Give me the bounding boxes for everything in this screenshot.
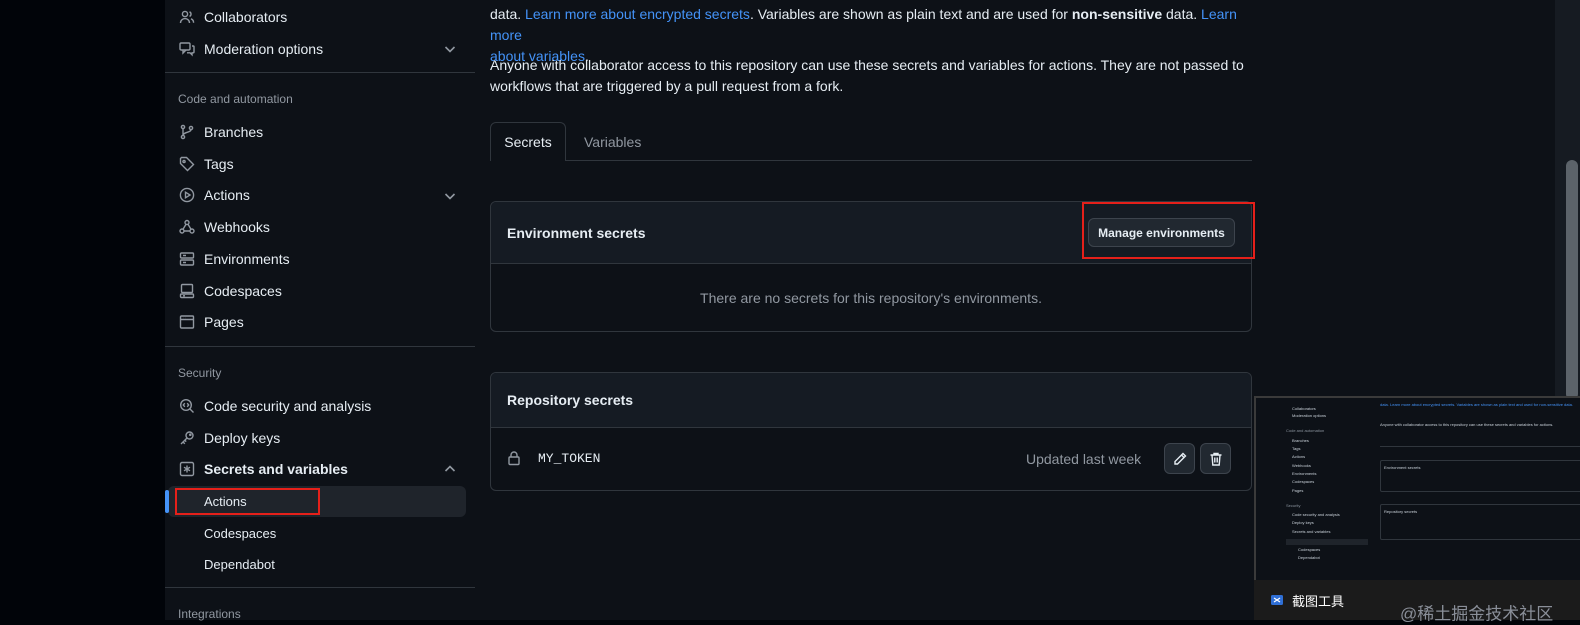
sidebar-item-label: Actions (204, 187, 250, 203)
sidebar-item-label: Collaborators (204, 9, 288, 25)
environment-secrets-title: Environment secrets (507, 224, 646, 241)
sidebar-item-code-security[interactable]: Code security and analysis (178, 391, 371, 421)
sidebar-item-label: Webhooks (204, 219, 270, 235)
server-icon (178, 250, 196, 268)
intro-bold-text: non-sensitive (1071, 6, 1163, 22)
scrollbar-thumb[interactable] (1566, 160, 1578, 400)
repository-secrets-box: Repository secrets (490, 372, 1252, 491)
sidebar-item-label: Secrets and variables (204, 461, 348, 477)
asterisk-icon (178, 460, 196, 478)
lock-icon (506, 450, 522, 466)
section-heading-integrations: Integrations (178, 607, 241, 621)
tab-variables[interactable]: Variables (584, 134, 641, 150)
intro-paragraph-collaborators: Anyone with collaborator access to this … (490, 55, 1250, 97)
play-icon (178, 186, 196, 204)
sidebar-subitem-codespaces[interactable]: Codespaces (204, 526, 276, 541)
tag-icon (178, 155, 196, 173)
intro-text: . Variables are shown as plain text and … (749, 6, 1072, 22)
tabs-underline (490, 160, 1252, 161)
key-icon (178, 429, 196, 447)
taskbar-app-title: 截图工具 (1292, 593, 1345, 609)
chevron-down-icon[interactable] (442, 188, 458, 204)
environment-secrets-empty: There are no secrets for this repository… (700, 289, 1042, 306)
highlight-annotation-manage-environments (1082, 202, 1255, 259)
sidebar-item-secrets-and-variables[interactable]: Secrets and variables (178, 454, 348, 484)
active-item-indicator (165, 490, 169, 513)
pencil-icon (1172, 451, 1188, 467)
intro-text: data. (1162, 6, 1202, 22)
section-heading-security: Security (178, 366, 222, 380)
sidebar-divider (165, 346, 475, 347)
people-icon (178, 8, 196, 26)
webhook-icon (178, 218, 196, 236)
snipping-tool-icon (1270, 593, 1284, 607)
edit-secret-button[interactable] (1164, 443, 1195, 474)
trash-icon (1208, 451, 1224, 467)
sidebar-item-deploy-keys[interactable]: Deploy keys (178, 423, 280, 453)
sidebar-item-actions[interactable]: Actions (178, 180, 250, 210)
sidebar-item-codespaces[interactable]: Codespaces (178, 276, 282, 306)
sidebar-item-label: Moderation options (204, 41, 324, 57)
sidebar-item-branches[interactable]: Branches (178, 117, 263, 147)
sidebar-item-moderation-options[interactable]: Moderation options (178, 34, 323, 64)
sidebar-item-label: Deploy keys (204, 430, 281, 446)
sidebar-divider (165, 72, 475, 73)
sidebar-item-label: Code security and analysis (204, 398, 372, 414)
repository-secrets-title: Repository secrets (507, 392, 634, 408)
section-heading-code-automation: Code and automation (178, 92, 293, 106)
sidebar-item-tags[interactable]: Tags (178, 149, 234, 179)
highlight-annotation-actions (175, 488, 320, 515)
secret-updated: Updated last week (1026, 451, 1142, 467)
sidebar-item-label: Environments (204, 251, 290, 267)
sidebar-item-label: Tags (204, 156, 234, 172)
secret-name: MY_TOKEN (538, 451, 601, 466)
sidebar-item-label: Codespaces (204, 283, 282, 299)
repository-secrets-header: Repository secrets (491, 373, 1251, 428)
delete-secret-button[interactable] (1200, 443, 1231, 474)
browser-icon (178, 313, 196, 331)
link-encrypted-secrets[interactable]: Learn more about encrypted secrets (525, 6, 750, 22)
tab-secrets[interactable]: Secrets (490, 122, 566, 161)
sidebar-item-label: Branches (204, 124, 264, 140)
sidebar-item-collaborators[interactable]: Collaborators (178, 2, 287, 32)
codespaces-icon (178, 282, 196, 300)
git-branch-icon (178, 123, 196, 141)
codescan-icon (178, 397, 196, 415)
chevron-down-icon[interactable] (442, 41, 458, 57)
intro-text: workflows that are triggered by a pull r… (490, 78, 844, 94)
comment-discussion-icon (178, 40, 196, 58)
sidebar-item-environments[interactable]: Environments (178, 244, 290, 274)
intro-text: data. (490, 6, 526, 22)
chevron-up-icon[interactable] (442, 461, 458, 477)
page-left-gutter (0, 0, 165, 620)
intro-text: Anyone with collaborator access to this … (490, 57, 1244, 73)
watermark-text: @稀土掘金技术社区 (1400, 604, 1554, 624)
sidebar-item-webhooks[interactable]: Webhooks (178, 212, 270, 242)
sidebar-subitem-dependabot[interactable]: Dependabot (204, 557, 275, 572)
sidebar-divider (165, 587, 475, 588)
sidebar-item-label: Pages (204, 314, 244, 330)
sidebar-item-pages[interactable]: Pages (178, 307, 244, 337)
